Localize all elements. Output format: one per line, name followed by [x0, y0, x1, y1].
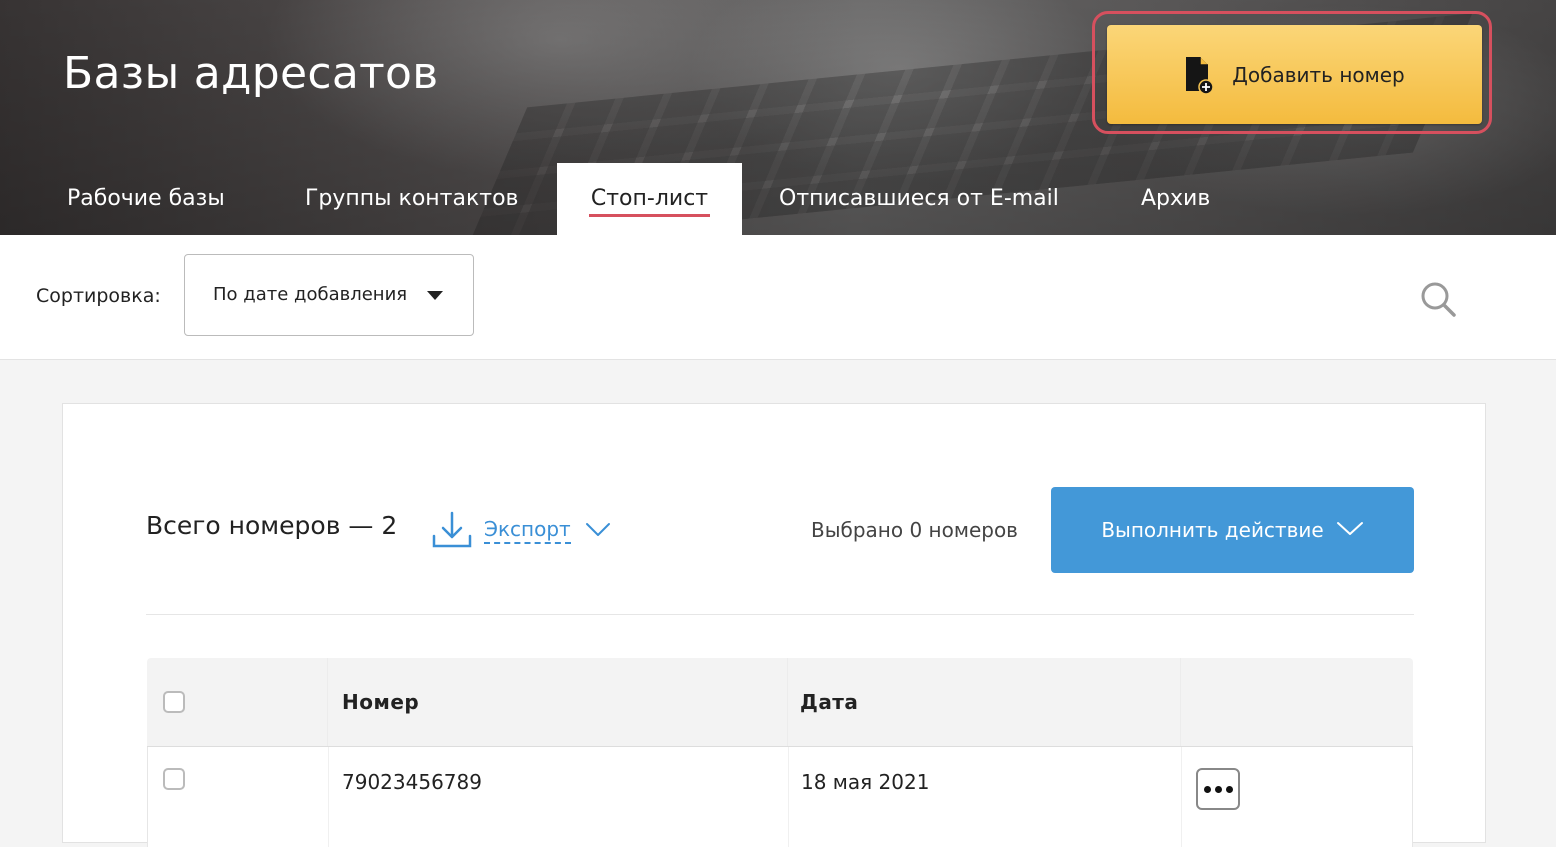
tab-bar: Рабочие базы Группы контактов Стоп-лист …: [0, 163, 1556, 235]
total-count: Всего номеров — 2: [146, 511, 398, 540]
row-checkbox[interactable]: [163, 768, 185, 790]
chevron-down-icon: [1336, 518, 1364, 542]
column-header-date: Дата: [800, 690, 859, 714]
tab-working-bases[interactable]: Рабочие базы: [67, 163, 225, 235]
add-number-button[interactable]: Добавить номер: [1107, 25, 1482, 124]
add-number-label: Добавить номер: [1232, 62, 1405, 87]
select-all-checkbox[interactable]: [163, 691, 185, 713]
sort-bar: Сортировка: По дате добавления: [0, 235, 1556, 360]
search-icon[interactable]: [1418, 280, 1458, 324]
row-date: 18 мая 2021: [801, 770, 930, 794]
tab-contact-groups[interactable]: Группы контактов: [305, 163, 519, 235]
table-row: 79023456789 18 мая 2021: [147, 747, 1413, 847]
sort-label: Сортировка:: [36, 285, 161, 307]
chevron-down-icon[interactable]: [585, 519, 611, 543]
download-icon[interactable]: [432, 510, 472, 554]
sort-selected-value: По дате добавления: [213, 284, 408, 305]
active-tab-underline: [589, 214, 710, 217]
table-header: Номер Дата: [147, 658, 1413, 747]
column-header-number: Номер: [342, 690, 420, 714]
more-options-icon[interactable]: [1196, 768, 1240, 810]
row-number: 79023456789: [342, 770, 482, 794]
export-link[interactable]: Экспорт: [484, 517, 571, 544]
caret-down-icon: [427, 291, 443, 300]
page-title: Базы адресатов: [63, 48, 439, 99]
file-add-icon: [1184, 55, 1215, 95]
selected-count: Выбрано 0 номеров: [811, 518, 1018, 542]
sort-dropdown[interactable]: По дате добавления: [184, 254, 474, 336]
tab-email-unsubscribed[interactable]: Отписавшиеся от E-mail: [779, 163, 1059, 235]
tab-stop-list[interactable]: Стоп-лист: [557, 163, 742, 235]
perform-action-button[interactable]: Выполнить действие: [1051, 487, 1414, 573]
tab-archive[interactable]: Архив: [1141, 163, 1210, 235]
perform-action-label: Выполнить действие: [1101, 518, 1324, 542]
divider: [146, 614, 1414, 615]
